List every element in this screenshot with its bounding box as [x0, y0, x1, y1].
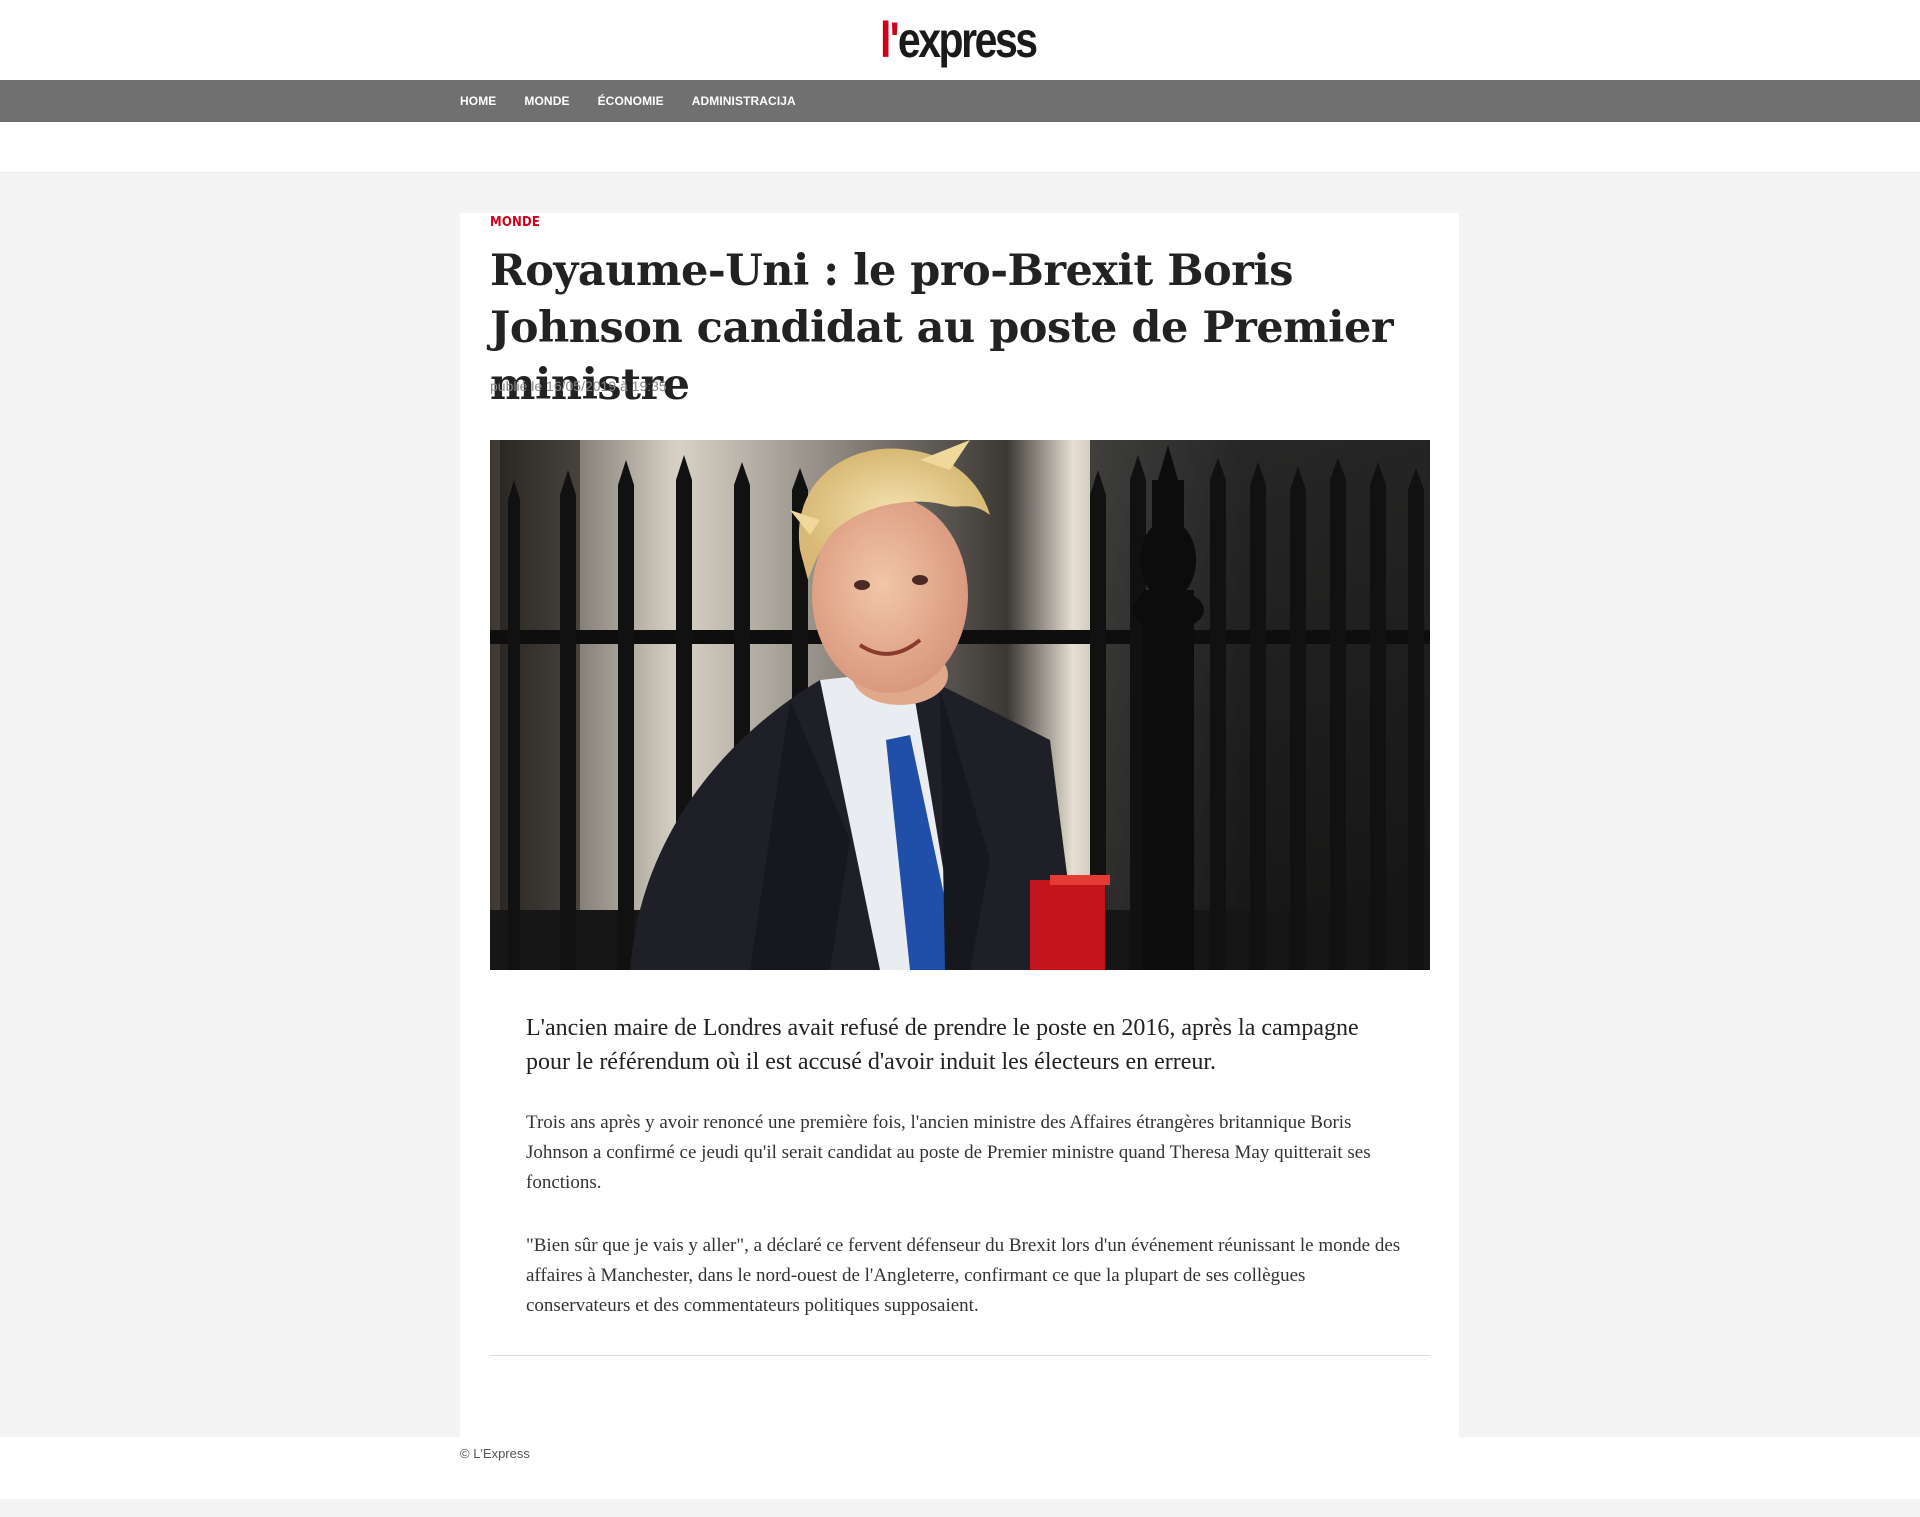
site-header: l' express	[0, 0, 1920, 80]
nav-item-economie[interactable]: Économie	[598, 94, 664, 108]
main-navigation: Home Monde Économie Administracija	[0, 80, 1920, 122]
article-container: Monde Royaume-Uni : le pro-Brexit Boris …	[460, 213, 1459, 1437]
nav-menu: Home Monde Économie Administracija	[460, 80, 824, 122]
article-divider	[490, 1355, 1430, 1356]
header-spacer-band	[0, 122, 1920, 173]
copyright-text: © L'Express	[460, 1446, 530, 1461]
article-paragraph: Trois ans après y avoir renoncé une prem…	[526, 1112, 1371, 1193]
article-paragraph: "Bien sûr que je vais y aller", a déclar…	[526, 1235, 1401, 1316]
article-photo	[490, 440, 1430, 970]
site-logo[interactable]: l' express	[880, 12, 1038, 68]
article-lede: L'ancien maire de Londres avait refusé d…	[526, 1015, 1359, 1075]
site-footer: © L'Express	[0, 1437, 1920, 1499]
logo-name: express	[897, 12, 1038, 68]
nav-item-administracija[interactable]: Administracija	[692, 94, 796, 108]
photo-illustration	[490, 440, 1430, 970]
article-category[interactable]: Monde	[490, 213, 540, 233]
nav-item-monde[interactable]: Monde	[524, 94, 569, 108]
nav-item-home[interactable]: Home	[460, 94, 496, 108]
logo-prefix: l'	[880, 12, 899, 68]
publish-date: publié le 16/05/2019 à 19:35	[490, 378, 667, 394]
